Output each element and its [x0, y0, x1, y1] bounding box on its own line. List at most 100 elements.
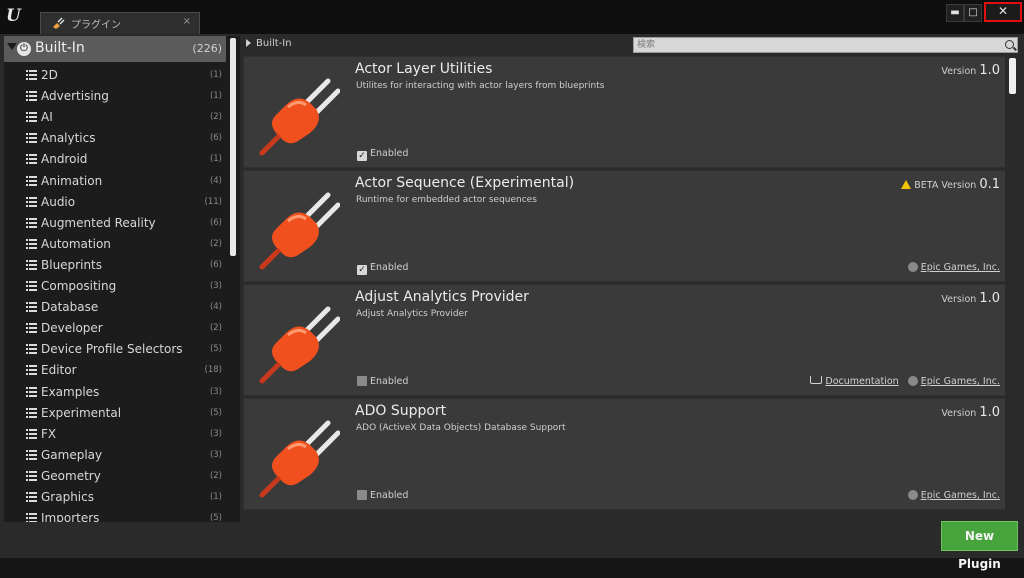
globe-icon: [907, 262, 918, 272]
list-icon: [26, 70, 37, 80]
sidebar-item-audio[interactable]: Audio (11): [4, 192, 226, 213]
sidebar-item-count: (4): [209, 302, 222, 313]
sidebar-item-experimental[interactable]: Experimental (5): [4, 403, 226, 424]
plugin-card[interactable]: Actor Sequence (Experimental) Runtime for…: [243, 170, 1005, 282]
sidebar-item-graphics[interactable]: Graphics (1): [4, 487, 226, 508]
list-icon: [26, 133, 37, 144]
category-built-in[interactable]: ⏻ Built-In (226): [4, 36, 226, 62]
title-bar: U プラグイン × ▬ □ ✕: [0, 0, 1024, 36]
plug-icon: [53, 17, 65, 29]
tab-plugins[interactable]: プラグイン ×: [40, 12, 200, 35]
sidebar-item-label: Android: [41, 152, 88, 167]
sidebar-item-count: (1): [209, 91, 222, 102]
plugin-description: ADO (ActiveX Data Objects) Database Supp…: [356, 423, 566, 433]
sidebar-item-geometry[interactable]: Geometry (2): [4, 466, 226, 487]
plugin-list-scrollbar[interactable]: [1009, 58, 1016, 94]
search-icon[interactable]: [1005, 40, 1014, 49]
list-icon: [26, 175, 37, 186]
documentation-icon: [810, 376, 823, 384]
vendor-link[interactable]: Epic Games, Inc.: [921, 262, 1000, 273]
sidebar-item-editor[interactable]: Editor (18): [4, 360, 226, 381]
list-icon: [26, 238, 37, 249]
plugin-description: Runtime for embedded actor sequences: [356, 195, 537, 205]
sidebar-item-count: (5): [209, 344, 222, 355]
close-button[interactable]: ✕: [984, 2, 1022, 22]
sidebar-item-count: (3): [209, 281, 222, 291]
sidebar-item-android[interactable]: Android (1): [4, 149, 226, 170]
breadcrumb[interactable]: Built-In: [246, 38, 292, 52]
built-in-icon: ⏻: [17, 42, 31, 56]
tab-close-icon[interactable]: ×: [183, 16, 191, 27]
sidebar-item-label: Compositing: [41, 279, 117, 293]
sidebar-item-count: (2): [209, 238, 222, 249]
unreal-logo-icon: U: [6, 6, 21, 26]
vendor-link[interactable]: Epic Games, Inc.: [921, 376, 1000, 387]
plugin-enabled-toggle[interactable]: Enabled: [357, 376, 408, 388]
sidebar-item-fx[interactable]: FX (3): [4, 424, 226, 445]
plugin-links: Epic Games, Inc.: [907, 262, 1000, 273]
sidebar-item-count: (11): [204, 196, 222, 207]
tab-label: プラグイン: [71, 20, 121, 31]
sidebar-item-device-profile-selectors[interactable]: Device Profile Selectors (5): [4, 339, 226, 360]
sidebar-item-count: (18): [204, 365, 222, 376]
sidebar-item-advertising[interactable]: Advertising (1): [4, 86, 226, 107]
sidebar-item-label: Geometry: [41, 468, 101, 483]
sidebar-item-augmented-reality[interactable]: Augmented Reality (6): [4, 213, 226, 234]
sidebar-item-examples[interactable]: Examples (3): [4, 382, 226, 403]
documentation-link[interactable]: Documentation: [825, 376, 898, 387]
sidebar-item-label: Experimental: [41, 405, 122, 420]
sidebar-item-count: (2): [209, 112, 222, 123]
list-icon: [26, 281, 37, 291]
list-icon: [26, 323, 37, 334]
plugin-enabled-toggle[interactable]: Enabled: [357, 490, 408, 502]
enabled-checkbox[interactable]: ✓: [357, 151, 367, 161]
sidebar-item-label: Examples: [41, 384, 100, 399]
sidebar-scrollbar[interactable]: [230, 38, 236, 256]
sidebar-item-count: (6): [209, 133, 222, 144]
plugin-card[interactable]: Actor Layer Utilities Utilites for intera…: [243, 56, 1005, 168]
sidebar-item-count: (2): [209, 323, 222, 334]
enabled-checkbox[interactable]: [357, 490, 367, 500]
plugin-plug-icon: [259, 306, 340, 384]
sidebar-item-label: Advertising: [41, 89, 109, 104]
sidebar-item-count: (6): [209, 259, 222, 270]
plugin-enabled-toggle[interactable]: ✓ Enabled: [357, 262, 408, 275]
minimize-button[interactable]: ▬: [946, 4, 964, 22]
list-icon: [26, 196, 37, 207]
sidebar-item-2d[interactable]: 2D (1): [4, 65, 226, 86]
category-header-count: (226): [192, 42, 222, 55]
maximize-button[interactable]: □: [964, 4, 982, 22]
plugin-version-label: Version: [941, 408, 977, 419]
sidebar-item-label: Analytics: [41, 131, 96, 146]
plugin-plug-icon: [259, 192, 340, 270]
sidebar-item-database[interactable]: Database (4): [4, 297, 226, 318]
sidebar-item-gameplay[interactable]: Gameplay (3): [4, 445, 226, 466]
sidebar-item-compositing[interactable]: Compositing (3): [4, 276, 226, 297]
beta-warning-icon: [901, 180, 912, 189]
sidebar-item-analytics[interactable]: Analytics (6): [4, 128, 226, 149]
sidebar-item-ai[interactable]: AI (2): [4, 107, 226, 128]
list-icon: [26, 112, 37, 123]
search-input[interactable]: [637, 38, 992, 52]
plugin-card[interactable]: ADO Support ADO (ActiveX Data Objects) Da…: [243, 398, 1005, 510]
sidebar-item-count: (1): [209, 492, 222, 502]
sidebar-item-importers[interactable]: Importers (5): [4, 508, 226, 522]
sidebar-item-automation[interactable]: Automation (2): [4, 234, 226, 255]
list-icon: [26, 154, 37, 165]
expand-arrow-icon[interactable]: [7, 43, 17, 50]
list-icon: [26, 217, 37, 228]
plugins-panel: ⏻ Built-In (226) 2D (1) Advertising (1) AI (2…: [0, 34, 1024, 558]
new-plugin-button[interactable]: New Plugin: [941, 521, 1018, 571]
sidebar-item-developer[interactable]: Developer (2): [4, 318, 226, 339]
plugin-enabled-toggle[interactable]: ✓ Enabled: [357, 148, 408, 161]
sidebar-item-blueprints[interactable]: Blueprints (6): [4, 255, 226, 276]
enabled-label: Enabled: [370, 490, 409, 501]
plugin-card[interactable]: Adjust Analytics Provider Adjust Analytic…: [243, 284, 1005, 396]
sidebar-item-animation[interactable]: Animation (4): [4, 171, 226, 192]
enabled-checkbox[interactable]: [357, 376, 367, 386]
vendor-link[interactable]: Epic Games, Inc.: [921, 490, 1000, 501]
plugin-name: Actor Layer Utilities: [355, 61, 493, 77]
sidebar-item-label: Augmented Reality: [41, 215, 156, 230]
search-box[interactable]: [633, 37, 1018, 53]
enabled-checkbox[interactable]: ✓: [357, 265, 367, 275]
